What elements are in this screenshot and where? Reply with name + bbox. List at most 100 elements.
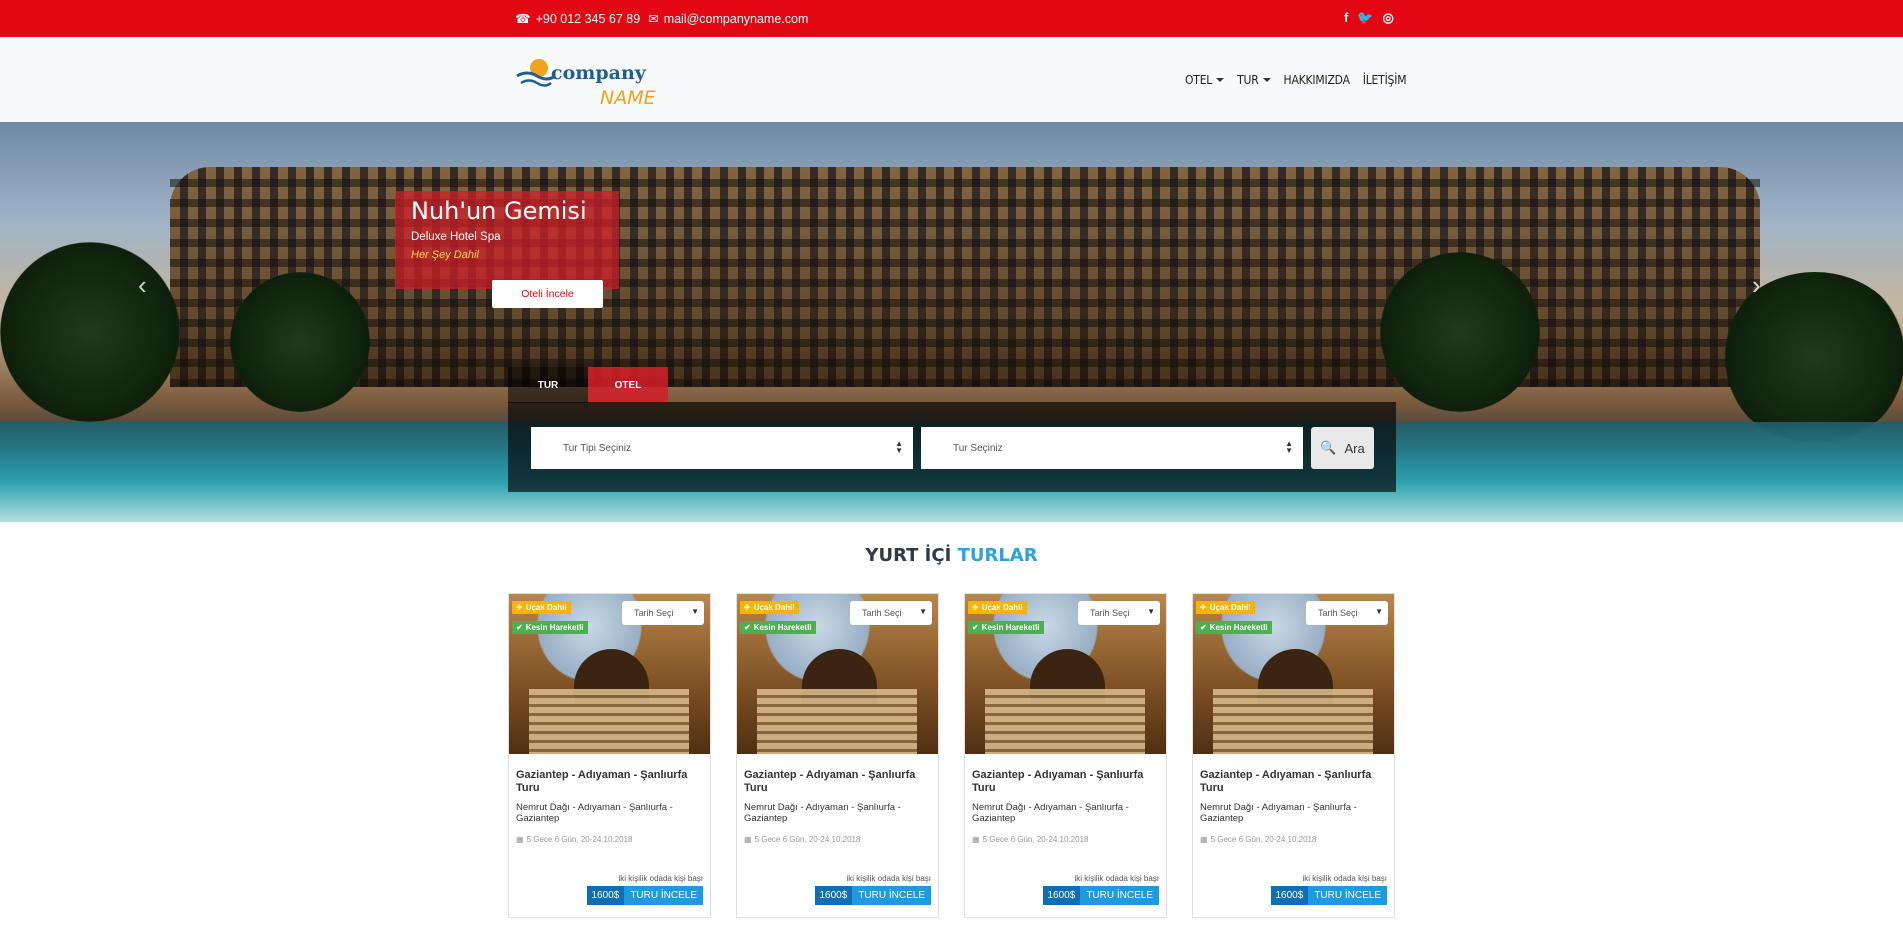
nav-item-iletisim[interactable]: İLETİŞİM [1363,73,1407,87]
dropdown-arrow-icon: ▼ [1375,607,1383,616]
tab-otel[interactable]: OTEL [588,367,668,403]
caret-down-icon [1262,78,1271,82]
nav-label: İLETİŞİM [1362,73,1407,87]
select-arrows-icon: ▲ ▼ [1285,439,1293,455]
search-panel: Tur Tipi Seçiniz ▲ ▼ Tur Seçiniz ▲ ▼ 🔍 Ara [508,402,1396,492]
tour-title[interactable]: Gaziantep - Adıyaman - Şanlıurfa Turu [1200,769,1390,795]
date-select-value: Tarih Seçi [634,608,674,618]
calendar-icon: ▦ [972,835,980,844]
duration-text: 5 Gece 6 Gün, 20-24.10.2018 [526,835,633,844]
contact-info: ☎ +90 012 345 67 89 ✉ mail@companyname.c… [515,11,809,27]
flight-included-badge: ✈ Uçak Dahil [512,601,571,614]
caret-down-icon [1216,78,1225,82]
plane-icon: ✈ [516,603,523,612]
flight-included-badge: ✈ Uçak Dahil [1196,601,1255,614]
slide-caption: Nuh'un Gemisi Deluxe Hotel Spa Her Şey D… [395,191,619,289]
price-box: 1600$ TURU İNCELE [586,886,703,905]
guaranteed-departure-badge: ✔ Kesin Hareketli [512,621,588,634]
calendar-icon: ▦ [516,835,524,844]
calendar-icon: ▦ [1200,835,1208,844]
price-amount: 1600$ [586,886,625,905]
email-address: mail@companyname.com [663,11,809,26]
envelope-icon: ✉ [648,12,659,26]
tour-select-value: Tur Seçiniz [953,442,1003,454]
carousel-prev-icon[interactable]: ‹ [138,270,147,301]
badge-label: Kesin Hareketli [1209,623,1268,632]
tour-duration: ▦ 5 Gece 6 Gün, 20-24.10.2018 [1200,835,1316,844]
nav-item-tur[interactable]: TUR [1237,73,1271,87]
tour-type-select[interactable]: Tur Tipi Seçiniz ▲ ▼ [531,427,913,469]
tab-tur[interactable]: TUR [508,367,588,403]
view-tour-button[interactable]: TURU İNCELE [1308,886,1387,905]
phone-number: +90 012 345 67 89 [535,11,641,26]
price-note: iki kişilik odada kişi başı [1074,874,1159,883]
date-select[interactable]: Tarih Seçi ▼ [1078,601,1160,625]
palm-tree-image [1720,272,1903,442]
section-title-part2: TURLAR [957,545,1038,566]
date-select[interactable]: Tarih Seçi ▼ [1306,601,1388,625]
main-nav: OTEL TUR HAKKIMIZDA İLETİŞİM [1185,73,1407,87]
price-amount: 1600$ [1270,886,1309,905]
badge-label: Uçak Dahil [525,603,567,612]
section-title-part1: YURT İÇİ [865,545,952,566]
view-tour-button[interactable]: TURU İNCELE [1080,886,1159,905]
search-tabs: TUR OTEL [508,367,668,403]
nav-item-hakkimizda[interactable]: HAKKIMIZDA [1284,73,1350,87]
date-select[interactable]: Tarih Seçi ▼ [850,601,932,625]
stairs-image [757,689,917,754]
palm-tree-image [0,242,180,422]
search-button[interactable]: 🔍 Ara [1311,427,1374,469]
phone-contact[interactable]: ☎ +90 012 345 67 89 [515,11,641,27]
tour-card: ✈ Uçak Dahil ✔ Kesin Hareketli Tarih Seçi ▼… [508,593,711,918]
tour-card: ✈ Uçak Dahil ✔ Kesin Hareketli Tarih Seçi ▼… [1192,593,1395,918]
facebook-icon[interactable]: f [1344,10,1348,26]
tour-duration: ▦ 5 Gece 6 Gün, 20-24.10.2018 [516,835,632,844]
flight-included-badge: ✈ Uçak Dahil [740,601,799,614]
badge-label: Kesin Hareketli [525,623,584,632]
instagram-icon[interactable]: ◎ [1383,10,1394,26]
badge-label: Uçak Dahil [1209,603,1251,612]
badge-label: Kesin Hareketli [753,623,812,632]
tour-title[interactable]: Gaziantep - Adıyaman - Şanlıurfa Turu [972,769,1162,795]
badge-label: Uçak Dahil [981,603,1023,612]
check-circle-icon: ✔ [1200,623,1207,632]
search-icon: 🔍 [1320,440,1337,455]
dropdown-arrow-icon: ▼ [919,607,927,616]
view-tour-button[interactable]: TURU İNCELE [852,886,931,905]
price-amount: 1600$ [1042,886,1081,905]
tour-title[interactable]: Gaziantep - Adıyaman - Şanlıurfa Turu [744,769,934,795]
check-circle-icon: ✔ [972,623,979,632]
price-box: 1600$ TURU İNCELE [814,886,931,905]
price-amount: 1600$ [814,886,853,905]
email-contact[interactable]: ✉ mail@companyname.com [648,11,809,27]
nav-item-otel[interactable]: OTEL [1185,73,1225,87]
search-button-label: Ara [1344,440,1365,456]
select-arrows-icon: ▲ ▼ [895,439,903,455]
tour-duration: ▦ 5 Gece 6 Gün, 20-24.10.2018 [972,835,1088,844]
guaranteed-departure-badge: ✔ Kesin Hareketli [740,621,816,634]
stairs-image [985,689,1145,754]
price-box: 1600$ TURU İNCELE [1042,886,1159,905]
stairs-image [529,689,689,754]
carousel-next-icon[interactable]: › [1752,270,1761,301]
company-logo[interactable]: company NAME [515,52,665,112]
tour-title[interactable]: Gaziantep - Adıyaman - Şanlıurfa Turu [516,769,706,795]
site-header: company NAME OTEL TUR HAKKIMIZDA İLETİŞİ… [0,37,1903,122]
price-box: 1600$ TURU İNCELE [1270,886,1387,905]
view-tour-button[interactable]: TURU İNCELE [624,886,703,905]
tour-route: Nemrut Dağı - Adıyaman - Şanlıurfa - Gaz… [972,802,1129,824]
tour-card: ✈ Uçak Dahil ✔ Kesin Hareketli Tarih Seçi ▼… [964,593,1167,918]
stairs-image [1213,689,1373,754]
calendar-icon: ▦ [744,835,752,844]
guaranteed-departure-badge: ✔ Kesin Hareketli [1196,621,1272,634]
slide-title: Nuh'un Gemisi [411,197,587,225]
palm-tree-image [1380,252,1540,412]
tour-select[interactable]: Tur Seçiniz ▲ ▼ [921,427,1303,469]
date-select[interactable]: Tarih Seçi ▼ [622,601,704,625]
check-circle-icon: ✔ [744,623,751,632]
guaranteed-departure-badge: ✔ Kesin Hareketli [968,621,1044,634]
twitter-icon[interactable]: 🐦 [1357,10,1373,26]
plane-icon: ✈ [972,603,979,612]
slide-tagline: Her Şey Dahil [411,249,479,261]
view-hotel-button[interactable]: Oteli İncele [492,280,603,308]
